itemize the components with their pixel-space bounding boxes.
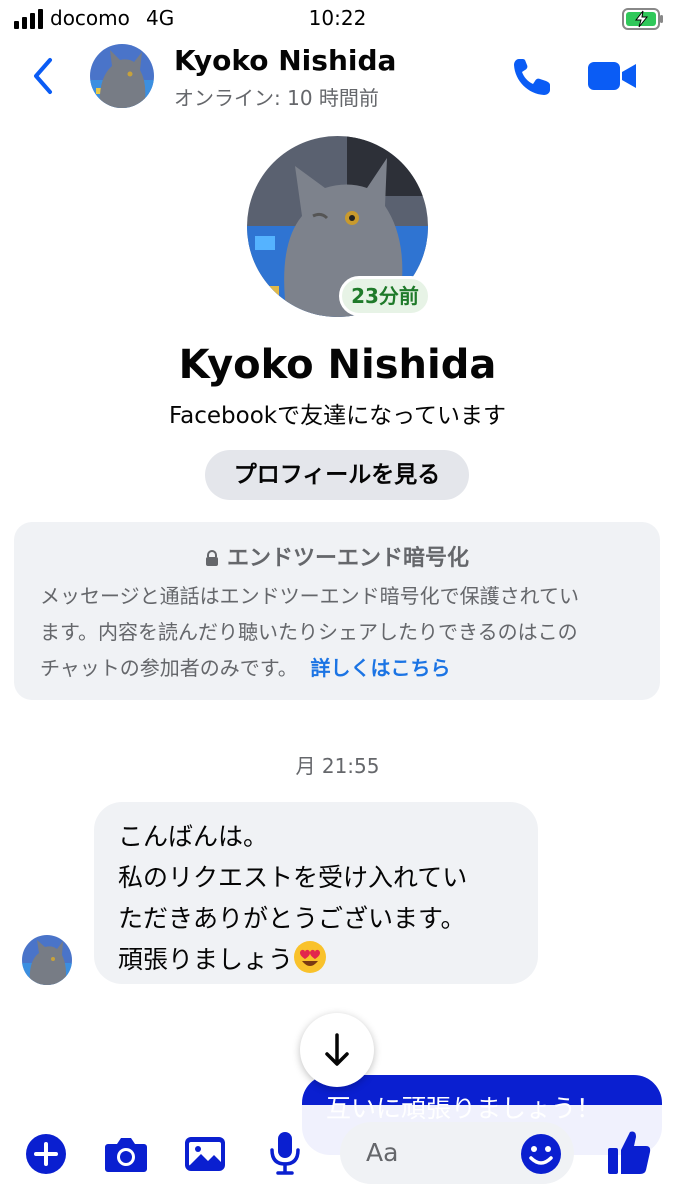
- sender-avatar[interactable]: [22, 935, 72, 985]
- thumbs-up-icon[interactable]: [606, 1128, 652, 1176]
- encryption-body: メッセージと通話はエンドツーエンド暗号化で保護されてい ます。内容を読んだり聴い…: [40, 578, 640, 686]
- message-line: ただきありがとうございます。: [118, 904, 466, 933]
- online-status: オンライン: 10 時間前: [174, 86, 379, 110]
- video-camera-icon[interactable]: [586, 56, 638, 96]
- message-line: 私のリクエストを受け入れてい: [118, 863, 468, 892]
- message-line: こんばんは。: [118, 822, 269, 851]
- camera-icon[interactable]: [104, 1134, 148, 1174]
- active-time-badge: 23分前: [339, 276, 431, 316]
- friend-status: Facebookで友達になっています: [169, 403, 506, 429]
- message-line: 頑張りましょう: [118, 945, 294, 974]
- lock-icon: [205, 550, 218, 566]
- encryption-body-line: チャットの参加者のみです。: [40, 656, 298, 680]
- header-avatar[interactable]: [90, 44, 154, 108]
- image-icon[interactable]: [184, 1134, 226, 1174]
- status-time: 10:22: [308, 6, 367, 30]
- status-bar: docomo 4G 10:22: [0, 0, 675, 40]
- emoji-icon[interactable]: [520, 1133, 562, 1175]
- arrow-down-icon: [325, 1033, 349, 1066]
- incoming-message-bubble[interactable]: こんばんは。 私のリクエストを受け入れてい ただきありがとうございます。 頑張り…: [94, 802, 538, 984]
- back-chevron-icon[interactable]: [28, 56, 58, 96]
- microphone-icon[interactable]: [268, 1130, 302, 1176]
- message-timestamp: 月 21:55: [295, 754, 380, 778]
- battery-charging-icon: [622, 8, 663, 30]
- encryption-title: エンドツーエンド暗号化: [14, 540, 660, 572]
- heart-eyes-emoji: [294, 941, 327, 973]
- view-profile-button[interactable]: プロフィールを見る: [205, 450, 469, 500]
- encryption-title-text: エンドツーエンド暗号化: [226, 546, 469, 571]
- encryption-notice: エンドツーエンド暗号化 メッセージと通話はエンドツーエンド暗号化で保護されてい …: [14, 522, 660, 700]
- encryption-body-line: メッセージと通話はエンドツーエンド暗号化で保護されてい: [40, 584, 579, 608]
- encryption-body-line: ます。内容を読んだり聴いたりシェアしたりできるのはこの: [40, 620, 578, 644]
- learn-more-link[interactable]: 詳しくはこちら: [311, 656, 451, 680]
- phone-icon[interactable]: [510, 55, 554, 99]
- contact-name[interactable]: Kyoko Nishida: [174, 44, 396, 77]
- scroll-to-bottom-button[interactable]: [300, 1013, 374, 1087]
- plus-icon[interactable]: [26, 1134, 66, 1174]
- profile-name: Kyoko Nishida: [178, 342, 497, 388]
